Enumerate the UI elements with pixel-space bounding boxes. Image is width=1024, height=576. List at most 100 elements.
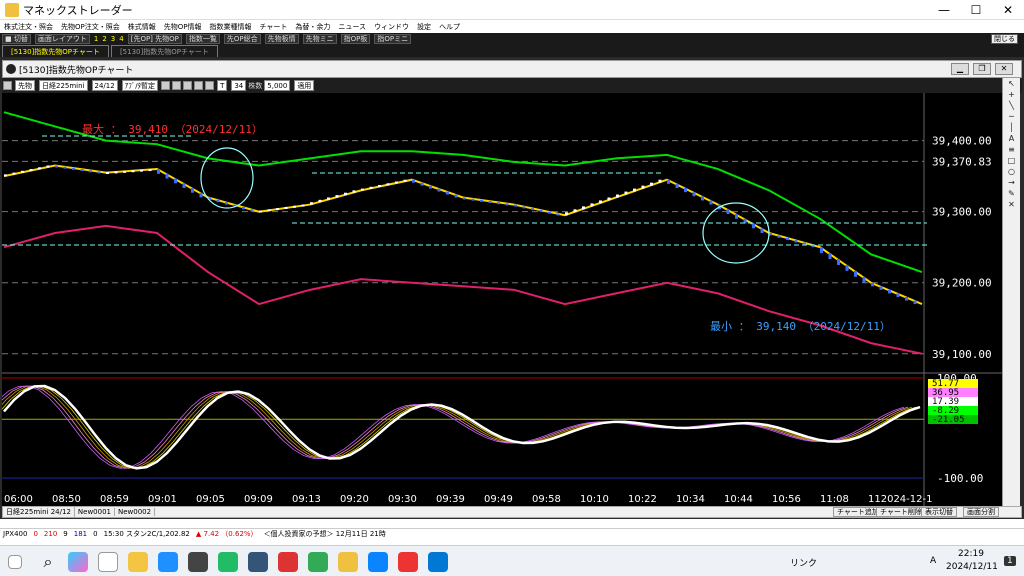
menu-item[interactable]: ウィンドウ (374, 22, 409, 32)
minimize-button[interactable]: — (928, 0, 960, 20)
window-tab[interactable]: [5130]指数先物OPチャート (2, 45, 109, 57)
rect-icon[interactable]: □ (1008, 156, 1016, 165)
fib-icon[interactable]: ≡ (1008, 145, 1015, 154)
candle (684, 188, 687, 193)
app-icon[interactable] (428, 552, 448, 572)
current-price-label: 39,370.83 (932, 155, 992, 168)
notification-badge[interactable]: 1 (1004, 556, 1016, 566)
toolbar-button[interactable]: 指OP板 (340, 34, 371, 44)
toolbar-button[interactable]: 先物ミニ (302, 34, 337, 44)
toolbar-button[interactable]: 指OPミニ (374, 34, 412, 44)
toolbar-button[interactable]: 指数一覧 (185, 34, 220, 44)
toolbar-button[interactable]: [先OP] 先物OP (127, 34, 182, 44)
close-button[interactable]: ✕ (992, 0, 1024, 20)
period-value[interactable]: 34 (231, 80, 247, 91)
menu-item[interactable]: 為替・余力 (295, 22, 330, 32)
type-select[interactable]: 先物 (15, 80, 35, 91)
menu-dropdown-icon[interactable] (3, 81, 12, 90)
ma-line-0 (3, 164, 923, 305)
chart-type-icon[interactable] (161, 81, 171, 90)
ticker-bar: JPX400 0 210 9 181 0 15:30 スタン2C/1,202.8… (0, 528, 1024, 539)
search-icon[interactable]: ⌕ (38, 552, 58, 572)
chrome-icon[interactable] (398, 552, 418, 572)
menu-item[interactable]: 指数業種情報 (209, 22, 251, 32)
range-button[interactable]: ｱﾌﾞ/ﾀ暫定 (121, 80, 159, 91)
monex-trader-icon[interactable] (338, 552, 358, 572)
chart-close-button[interactable]: ✕ (995, 63, 1013, 75)
layout-tab[interactable]: New0001 (75, 508, 115, 516)
app-icon[interactable] (248, 552, 268, 572)
switch-button[interactable]: ■ 切替 (2, 34, 31, 44)
chart-type-icon[interactable] (172, 81, 182, 90)
layout-tab[interactable]: New0002 (115, 508, 156, 516)
delete-chart-button[interactable]: チャート削除 (876, 507, 926, 517)
chart-type-icon[interactable] (194, 81, 204, 90)
ticker-value: 0 (33, 530, 38, 538)
vline-icon[interactable]: │ (1009, 123, 1014, 132)
app-icon[interactable] (308, 552, 328, 572)
toolbar-button[interactable]: 先OP総合 (223, 34, 261, 44)
candle (820, 247, 823, 254)
candle (624, 191, 628, 195)
contract-select[interactable]: 24/12 (91, 80, 118, 91)
chart-minimize-button[interactable]: ▁ (951, 63, 969, 75)
candle (123, 170, 126, 173)
widgets-icon[interactable] (98, 552, 118, 572)
menu-item[interactable]: チャート (259, 22, 287, 32)
menu-item[interactable]: ニュース (338, 22, 366, 32)
clock-date[interactable]: 2024/12/11 (946, 562, 998, 572)
chart-type-icon[interactable] (183, 81, 193, 90)
candle (165, 173, 169, 179)
app-icon[interactable] (218, 552, 238, 572)
apply-button[interactable]: 適用 (294, 80, 315, 91)
crosshair-icon[interactable]: + (1008, 90, 1015, 99)
cursor-icon[interactable]: ↖ (1008, 79, 1015, 88)
chart-restore-button[interactable]: ❐ (973, 63, 991, 75)
layout-button[interactable]: 画面レイアウト (34, 34, 90, 44)
candle (361, 188, 364, 191)
app-title-bar: マネックストレーダー — ☐ ✕ (0, 0, 1024, 20)
product-select[interactable]: 日経225mini (39, 80, 88, 91)
time-tick-label: 08:50 (52, 494, 81, 505)
pen-icon[interactable]: ✎ (1008, 189, 1015, 198)
period-button[interactable]: T (217, 80, 228, 91)
menu-item[interactable]: 株式注文・照会 (4, 22, 53, 32)
layout-2-button[interactable]: 2 (102, 35, 106, 43)
start-icon[interactable] (8, 555, 22, 569)
layout-4-button[interactable]: 4 (119, 35, 123, 43)
copilot-icon[interactable] (68, 552, 88, 572)
clock-time[interactable]: 22:19 (958, 549, 984, 559)
ellipse-icon[interactable]: ○ (1008, 167, 1015, 176)
arrow-icon[interactable]: → (1008, 178, 1015, 187)
edge-icon[interactable] (368, 552, 388, 572)
ime-indicator[interactable]: A (930, 556, 936, 566)
ticker-news[interactable]: ＜個人投資家の予想＞ 12月11日 21時 (264, 529, 386, 539)
menu-item[interactable]: 株式情報 (128, 22, 156, 32)
layout-1-button[interactable]: 1 (94, 35, 98, 43)
qty-field[interactable]: 5,000 (264, 80, 291, 91)
text-icon[interactable]: A (1009, 134, 1014, 143)
split-screen-button[interactable]: 画面分割 (963, 507, 999, 517)
close-window-button[interactable]: 閉じる (991, 34, 1018, 44)
toolbar-button[interactable]: 先物板情 (264, 34, 299, 44)
menu-item[interactable]: 設定 (417, 22, 431, 32)
link-label[interactable]: リンク (790, 556, 817, 569)
store-icon[interactable] (158, 552, 178, 572)
menu-item[interactable]: ヘルプ (439, 22, 460, 32)
candle (573, 209, 577, 213)
maximize-button[interactable]: ☐ (960, 0, 992, 20)
app-icon[interactable] (278, 552, 298, 572)
app-icon[interactable] (188, 552, 208, 572)
time-tick-label: 11:08 (820, 494, 849, 505)
chart-area[interactable]: 最大 ： 39,410 （2024/12/11） 最小 ： 39,140 （202… (0, 93, 1002, 506)
display-toggle-button[interactable]: 表示切替 (921, 507, 957, 517)
menu-item[interactable]: 先物OP情報 (164, 22, 202, 32)
explorer-icon[interactable] (128, 552, 148, 572)
window-tab[interactable]: [5130]指数先物OPチャート (110, 45, 218, 57)
layout-3-button[interactable]: 3 (111, 35, 115, 43)
menu-item[interactable]: 先物OP注文・照会 (61, 22, 120, 32)
hline-icon[interactable]: ─ (1009, 112, 1014, 121)
delete-icon[interactable]: ✕ (1008, 200, 1015, 209)
trendline-icon[interactable]: ╲ (1009, 101, 1014, 110)
chart-type-icon[interactable] (205, 81, 215, 90)
